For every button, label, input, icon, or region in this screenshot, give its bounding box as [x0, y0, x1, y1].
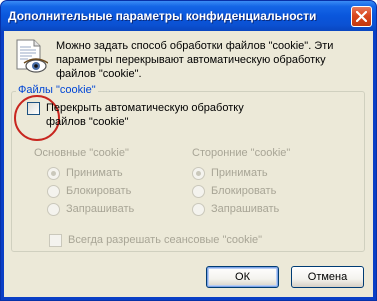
window-title: Дополнительные параметры конфиденциально…	[8, 9, 317, 23]
cancel-button[interactable]: Отмена	[291, 266, 364, 288]
first-party-title: Основные "cookie"	[34, 147, 129, 159]
third-party-prompt-label: Запрашивать	[211, 203, 280, 215]
first-party-accept-radio[interactable]	[47, 167, 60, 180]
third-party-accept-radio[interactable]	[192, 167, 205, 180]
first-party-block-label: Блокировать	[66, 185, 132, 197]
session-cookies-checkbox[interactable]	[49, 234, 62, 247]
first-party-prompt-radio[interactable]	[47, 203, 60, 216]
ok-button[interactable]: ОК	[206, 266, 279, 288]
override-checkbox[interactable]	[27, 102, 40, 115]
privacy-document-icon	[16, 39, 48, 73]
session-cookies-label: Всегда разрешать сеансовые "cookie"	[68, 234, 263, 246]
first-party-prompt-label: Запрашивать	[66, 203, 135, 215]
third-party-block-label: Блокировать	[211, 185, 277, 197]
third-party-accept-label: Принимать	[211, 167, 268, 179]
third-party-title: Сторонние "cookie"	[192, 147, 291, 159]
group-legend: Файлы "cookie"	[16, 84, 98, 96]
title-bar[interactable]: Дополнительные параметры конфиденциально…	[1, 1, 376, 31]
override-label[interactable]: Перекрыть автоматическую обработку файло…	[46, 101, 266, 129]
dialog-body: Можно задать способ обработки файлов "co…	[4, 31, 373, 297]
first-party-accept-label: Принимать	[66, 167, 123, 179]
intro-text: Можно задать способ обработки файлов "co…	[56, 40, 334, 80]
cookies-group: Файлы "cookie" Перекрыть автоматическую …	[11, 84, 365, 252]
third-party-block-radio[interactable]	[192, 185, 205, 198]
close-icon	[356, 11, 367, 22]
dialog-window: Дополнительные параметры конфиденциально…	[0, 0, 377, 301]
close-button[interactable]	[351, 6, 372, 27]
third-party-prompt-radio[interactable]	[192, 203, 205, 216]
first-party-block-radio[interactable]	[47, 185, 60, 198]
